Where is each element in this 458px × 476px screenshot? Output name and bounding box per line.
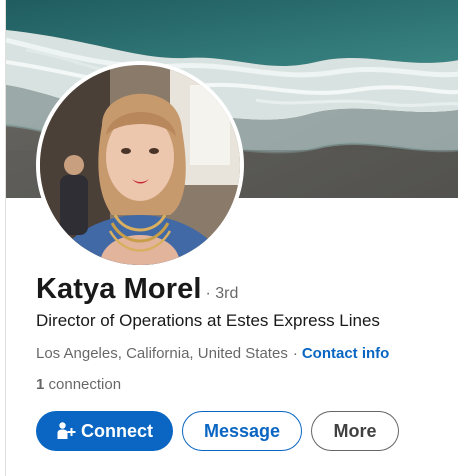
profile-headline: Director of Operations at Estes Express … bbox=[36, 311, 380, 330]
profile-name: Katya Morel bbox=[36, 273, 202, 305]
name-row: Katya Morel · 3rd bbox=[36, 273, 238, 306]
contact-info-link[interactable]: Contact info bbox=[302, 345, 390, 362]
more-label: More bbox=[333, 420, 377, 441]
location-row: Los Angeles, California, United States · C… bbox=[36, 345, 389, 362]
profile-card: Katya Morel · 3rd Director of Operations… bbox=[5, 0, 458, 476]
connections-count[interactable]: 1 connection bbox=[36, 376, 121, 393]
profile-avatar[interactable] bbox=[36, 61, 244, 269]
connection-degree: · 3rd bbox=[205, 285, 239, 302]
message-button[interactable]: Message bbox=[182, 411, 302, 451]
profile-location: Los Angeles, California, United States bbox=[36, 345, 288, 362]
connect-button[interactable]: Connect bbox=[36, 411, 173, 451]
more-button[interactable]: More bbox=[311, 411, 399, 451]
message-label: Message bbox=[203, 420, 281, 441]
location-separator: · bbox=[292, 345, 298, 362]
avatar-photo bbox=[40, 65, 240, 265]
connect-label: Connect bbox=[81, 420, 153, 441]
profile-actions: Connect Message More bbox=[36, 411, 399, 451]
person-add-icon bbox=[56, 421, 76, 441]
connection-count-label: connection bbox=[44, 376, 122, 393]
